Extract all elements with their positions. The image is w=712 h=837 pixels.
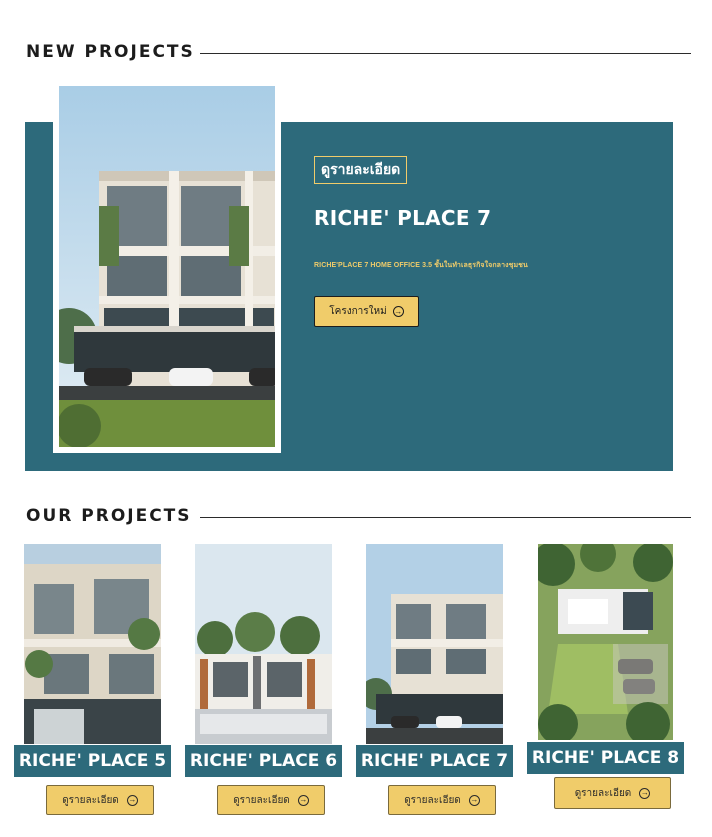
heading-divider	[200, 53, 691, 54]
project-detail-button[interactable]: ดูรายละเอียด →	[388, 785, 496, 815]
detail-button-label: ดูรายละเอียด	[404, 794, 461, 806]
featured-project-title: RICHE' PLACE 7	[314, 206, 492, 230]
detail-button-label: ดูรายละเอียด	[233, 794, 290, 806]
featured-project-subtitle: RICHE'PLACE 7 HOME OFFICE 3.5 ชั้นในทำเล…	[314, 262, 528, 269]
project-card-image[interactable]	[366, 544, 503, 744]
our-projects-heading: OUR PROJECTS	[26, 506, 192, 526]
project-detail-button[interactable]: ดูรายละเอียด →	[46, 785, 154, 815]
featured-project-image[interactable]	[59, 86, 275, 447]
arrow-right-circle-icon: →	[639, 787, 651, 799]
detail-button-label: ดูรายละเอียด	[62, 794, 119, 806]
arrow-right-circle-icon: →	[297, 794, 309, 806]
arrow-right-circle-icon: →	[126, 794, 138, 806]
project-card-title: RICHE' PLACE 8	[527, 742, 684, 774]
project-card-image[interactable]	[538, 544, 673, 740]
heading-divider	[200, 517, 691, 518]
featured-detail-tag[interactable]: ดูรายละเอียด	[314, 156, 408, 184]
new-projects-heading: NEW PROJECTS	[26, 42, 195, 62]
arrow-right-circle-icon: →	[392, 306, 404, 317]
new-project-button[interactable]: โครงการใหม่ →	[314, 296, 419, 327]
project-card-title: RICHE' PLACE 5	[14, 745, 171, 777]
project-card-title: RICHE' PLACE 7	[356, 745, 513, 777]
project-card-image[interactable]	[195, 544, 332, 744]
project-card-title: RICHE' PLACE 6	[185, 745, 342, 777]
arrow-right-circle-icon: →	[468, 794, 480, 806]
project-detail-button[interactable]: ดูรายละเอียด →	[554, 777, 671, 809]
project-detail-button[interactable]: ดูรายละเอียด →	[217, 785, 325, 815]
project-card-image[interactable]	[24, 544, 161, 744]
detail-button-label: ดูรายละเอียด	[574, 787, 632, 799]
new-project-button-label: โครงการใหม่	[329, 306, 387, 317]
